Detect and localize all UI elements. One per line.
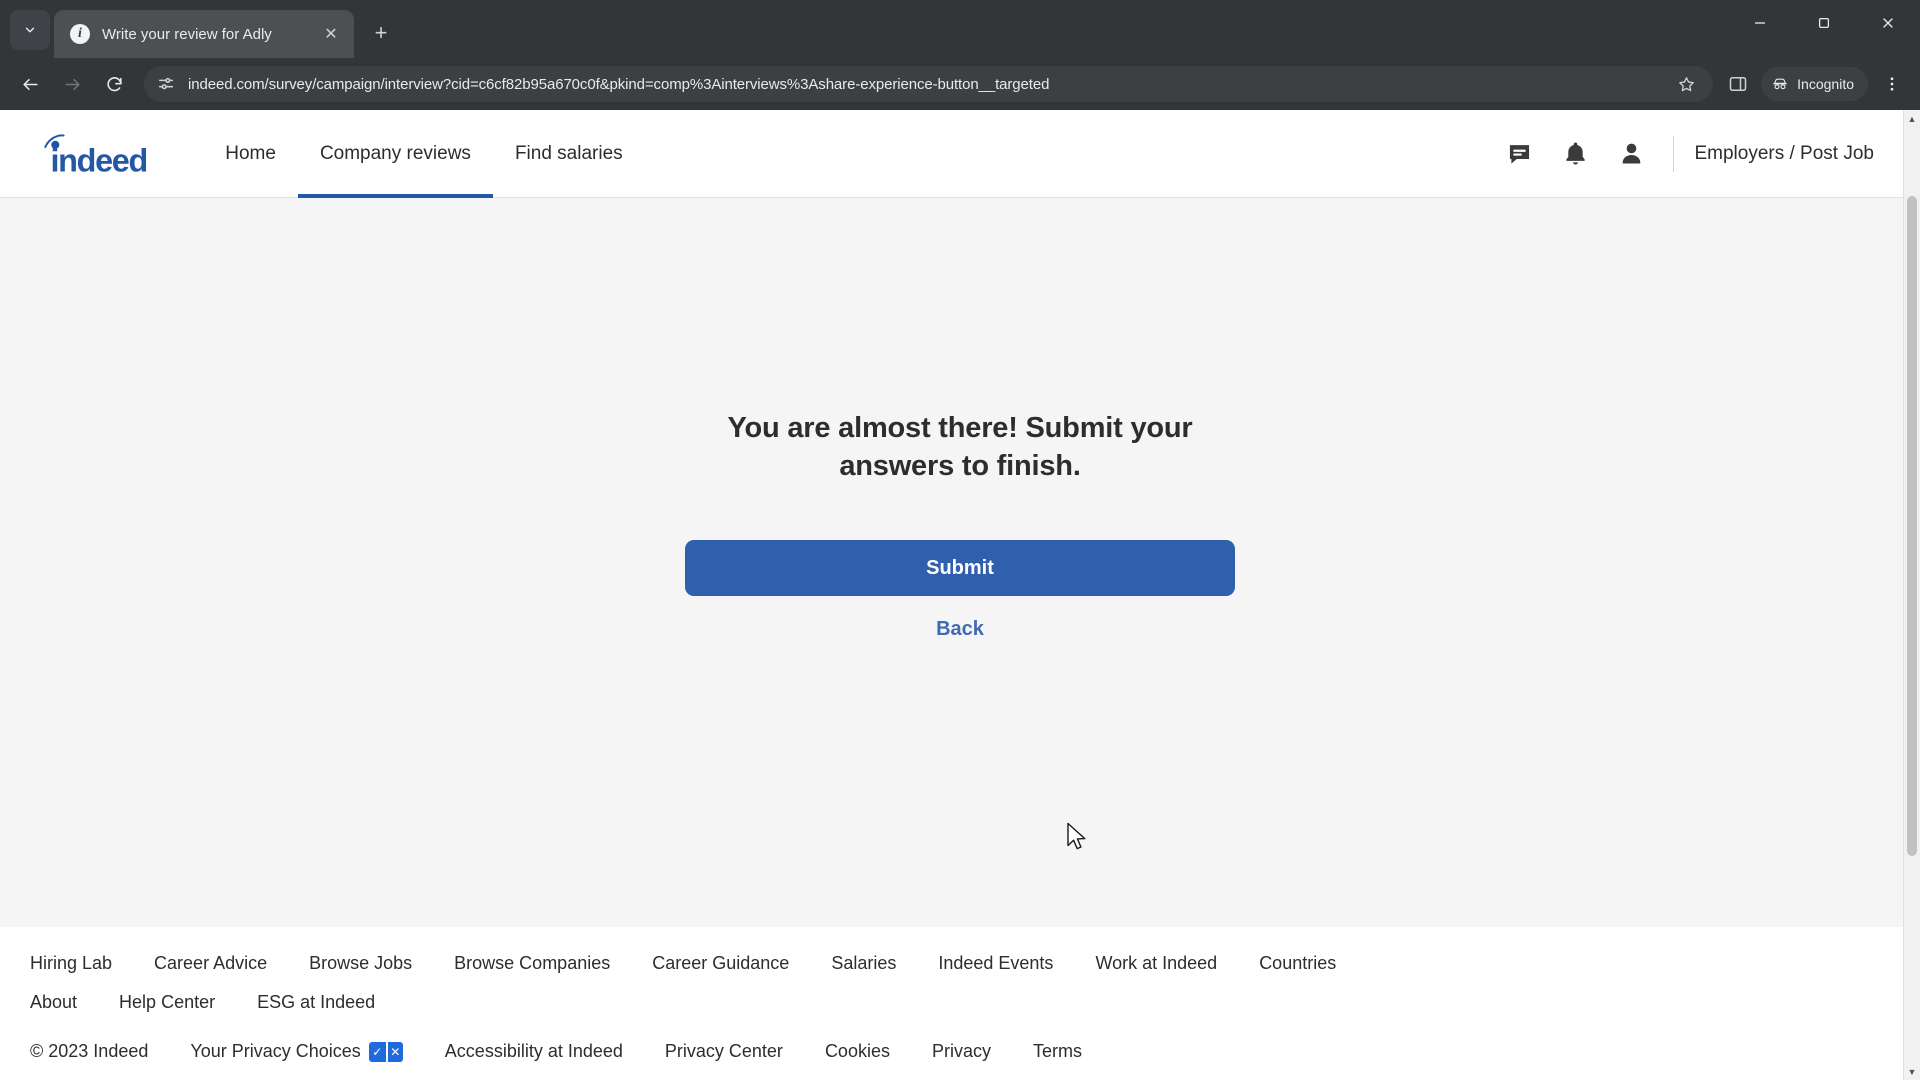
close-icon: [1883, 18, 1893, 28]
side-panel-button[interactable]: [1723, 69, 1753, 99]
window-controls: [1728, 0, 1920, 46]
minimize-button[interactable]: [1728, 0, 1792, 46]
footer-link-terms[interactable]: Terms: [1033, 1041, 1082, 1062]
svg-text:indeed: indeed: [51, 142, 147, 175]
footer-link-about[interactable]: About: [30, 992, 77, 1013]
new-tab-button[interactable]: +: [364, 16, 398, 50]
footer-link-browse-companies[interactable]: Browse Companies: [454, 953, 610, 974]
footer-link-career-guidance[interactable]: Career Guidance: [652, 953, 789, 974]
bookmark-star-icon[interactable]: [1671, 69, 1701, 99]
maximize-button[interactable]: [1792, 0, 1856, 46]
notifications-button[interactable]: [1547, 126, 1603, 182]
back-arrow-icon: [22, 78, 38, 90]
indeed-favicon-icon: i: [70, 24, 90, 44]
footer-link-work-at-indeed[interactable]: Work at Indeed: [1095, 953, 1217, 974]
tab-strip: i Write your review for Adly ✕ +: [0, 0, 1920, 58]
notifications-bell-icon: [1566, 142, 1585, 165]
back-button[interactable]: [10, 64, 50, 104]
tab-search-button[interactable]: [10, 10, 50, 50]
reload-button[interactable]: [94, 64, 134, 104]
your-privacy-choices-link[interactable]: Your Privacy Choices ✓ ✕: [190, 1041, 403, 1062]
browser-window: i Write your review for Adly ✕ + indeed.…: [0, 0, 1920, 1080]
kebab-menu-icon: [1890, 77, 1894, 91]
nav-item-home[interactable]: Home: [203, 110, 298, 198]
footer-link-privacy-center[interactable]: Privacy Center: [665, 1041, 783, 1062]
footer-link-cookies[interactable]: Cookies: [825, 1041, 890, 1062]
account-person-icon: [1622, 143, 1641, 164]
footer-link-browse-jobs[interactable]: Browse Jobs: [309, 953, 412, 974]
chevron-down-icon: [25, 27, 35, 33]
footer-link-salaries[interactable]: Salaries: [831, 953, 896, 974]
reload-icon: [106, 76, 122, 91]
page-viewport: indeed Home Company reviews Find salarie…: [0, 110, 1920, 1080]
footer-link-list: Hiring Lab Career Advice Browse Jobs Bro…: [30, 953, 1430, 974]
forward-arrow-icon: [64, 78, 80, 90]
scroll-down-arrow-icon[interactable]: ▼: [1904, 1063, 1920, 1080]
header-actions: Employers / Post Job: [1491, 126, 1880, 182]
submit-button[interactable]: Submit: [685, 540, 1235, 597]
footer-link-privacy[interactable]: Privacy: [932, 1041, 991, 1062]
incognito-indicator[interactable]: Incognito: [1761, 67, 1868, 101]
browser-tab[interactable]: i Write your review for Adly ✕: [54, 10, 354, 58]
tab-close-icon[interactable]: ✕: [320, 23, 342, 45]
tune-icon: [158, 77, 174, 90]
footer-link-esg-at-indeed[interactable]: ESG at Indeed: [257, 992, 375, 1013]
footer-link-countries[interactable]: Countries: [1259, 953, 1336, 974]
minimize-icon: [1755, 22, 1765, 24]
close-window-button[interactable]: [1856, 0, 1920, 46]
url-text: indeed.com/survey/campaign/interview?cid…: [188, 75, 1050, 93]
footer-legal-bar: © 2023 Indeed Your Privacy Choices ✓ ✕ A…: [30, 1013, 1890, 1080]
privacy-choices-badge-icon: ✓ ✕: [368, 1041, 403, 1062]
privacy-badge-cross: ✕: [385, 1041, 403, 1062]
browser-toolbar: indeed.com/survey/campaign/interview?cid…: [0, 58, 1920, 110]
header-divider: [1673, 135, 1675, 172]
site-settings-icon[interactable]: [152, 70, 180, 98]
tab-title: Write your review for Adly: [102, 25, 272, 43]
footer-link-career-advice[interactable]: Career Advice: [154, 953, 267, 974]
privacy-choices-label: Your Privacy Choices: [190, 1041, 361, 1061]
footer-link-hiring-lab[interactable]: Hiring Lab: [30, 953, 112, 974]
footer-link-indeed-events[interactable]: Indeed Events: [938, 953, 1053, 974]
site-header: indeed Home Company reviews Find salarie…: [0, 110, 1920, 198]
incognito-label: Incognito: [1797, 76, 1854, 92]
scroll-up-arrow-icon[interactable]: ▲: [1904, 110, 1920, 127]
messages-button[interactable]: [1491, 126, 1547, 182]
account-button[interactable]: [1603, 126, 1659, 182]
privacy-badge-check: ✓: [368, 1041, 386, 1062]
indeed-logo[interactable]: indeed: [40, 133, 171, 175]
nav-item-find-salaries[interactable]: Find salaries: [493, 110, 645, 198]
back-link[interactable]: Back: [936, 618, 984, 641]
copyright-text: © 2023 Indeed: [30, 1041, 149, 1061]
forward-button[interactable]: [52, 64, 92, 104]
incognito-icon: [1773, 78, 1788, 90]
browser-menu-button[interactable]: [1874, 66, 1910, 102]
messages-icon: [1509, 145, 1530, 164]
survey-content: You are almost there! Submit your answer…: [0, 198, 1920, 927]
site-nav: Home Company reviews Find salaries: [203, 110, 644, 198]
footer-link-accessibility[interactable]: Accessibility at Indeed: [445, 1041, 623, 1062]
employers-post-job-link[interactable]: Employers / Post Job: [1688, 143, 1880, 165]
footer-link-help-center[interactable]: Help Center: [119, 992, 215, 1013]
star-icon: [1678, 76, 1694, 91]
survey-heading: You are almost there! Submit your answer…: [727, 412, 1193, 482]
page-scrollbar[interactable]: ▲ ▼: [1903, 110, 1920, 1080]
address-bar[interactable]: indeed.com/survey/campaign/interview?cid…: [144, 66, 1714, 102]
site-footer: Hiring Lab Career Advice Browse Jobs Bro…: [0, 927, 1920, 1080]
side-panel-icon: [1729, 77, 1747, 91]
maximize-icon: [1818, 17, 1830, 29]
footer-link-list-secondary: About Help Center ESG at Indeed: [30, 992, 1430, 1013]
indeed-logo-icon: indeed: [44, 133, 148, 175]
nav-item-company-reviews[interactable]: Company reviews: [297, 110, 493, 198]
scrollbar-thumb[interactable]: [1907, 196, 1917, 856]
